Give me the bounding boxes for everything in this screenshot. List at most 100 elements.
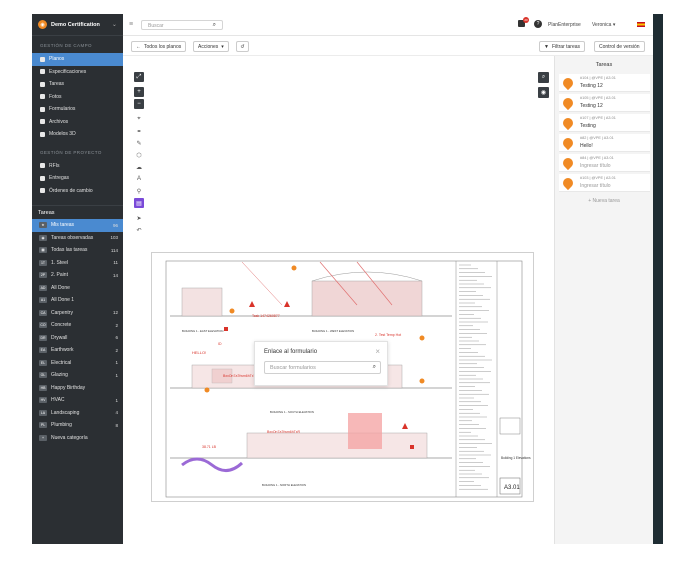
task-filter-item[interactable]: ★ Mis tareas 96 <box>32 219 123 232</box>
task-filter-label: Glazing <box>51 372 68 379</box>
sidebar-field-item-1[interactable]: Especificaciones <box>32 66 123 79</box>
task-filter-item[interactable]: GL Glazing 1 <box>32 369 123 382</box>
help-icon[interactable]: ? <box>534 20 542 28</box>
task-card[interactable]: #107 | @VPE | A3.01 Testing <box>559 114 650 132</box>
sheet-number: A3.01 <box>504 485 520 491</box>
project-switcher[interactable]: ◉ Demo Certification ⌄ <box>32 14 123 36</box>
task-card[interactable]: #104 | @VPE | A3.01 Testing 12 <box>559 74 650 92</box>
task-filter-item[interactable]: AD All Done <box>32 282 123 295</box>
sidebar-project-item-0[interactable]: RFIs <box>32 160 123 173</box>
task-filter-item[interactable]: DR Drywall 6 <box>32 332 123 345</box>
task-filter-item[interactable]: EA Earthwork 2 <box>32 344 123 357</box>
task-ref: #84 | @VPE | A3.01 <box>580 156 614 160</box>
change-icon <box>39 188 45 194</box>
menu-icon[interactable]: ≡ <box>129 21 133 28</box>
elevation-label-south: BUILDING 1 - SOUTH ELEVATION <box>270 410 314 414</box>
all-plans-button[interactable]: ← Todos los planos <box>131 41 187 52</box>
history-icon: ↺ <box>240 43 245 50</box>
plan-viewer[interactable]: ⤢ + − ⌖ ⚭ ✎ ⬡ ☁ A ⚲ ▤ ➤ ↶ ⌕ ◉ A3.01 Buil… <box>123 56 554 544</box>
fullscreen-icon[interactable]: ⤢ <box>134 72 144 82</box>
task-label-1[interactable]: Task 1474260877 <box>252 314 280 318</box>
task-filter-item[interactable]: LA Landscaping 4 <box>32 407 123 420</box>
form-link-tool-icon[interactable]: ▤ <box>134 198 144 208</box>
task-filter-label: Happy Birthday <box>51 384 86 391</box>
company-logo-icon: ◉ <box>38 20 47 29</box>
task-filter-label: Todas las tareas <box>51 247 88 254</box>
category-badge: A1 <box>39 297 47 304</box>
sidebar-field-item-0[interactable]: Planos <box>32 53 123 66</box>
sidebar-field-item-label: Archivos <box>49 118 69 125</box>
new-task-button[interactable]: + Nueva tarea <box>555 198 653 204</box>
filter-tasks-button[interactable]: ▼ Filtrar tareas <box>539 41 586 52</box>
undo-icon[interactable]: ↶ <box>134 225 144 235</box>
sidebar-field-item-2[interactable]: Tareas <box>32 78 123 91</box>
task-card[interactable]: #105 | @VPE | A3.01 Testing 12 <box>559 94 650 112</box>
task-card[interactable]: #82 | @VPE | A3.01 Hello! <box>559 134 650 152</box>
task-filter-item[interactable]: A1 All Done 1 <box>32 294 123 307</box>
task-filter-count: 14 <box>112 272 118 278</box>
sidebar-field-item-label: Planos <box>49 56 65 63</box>
window-edge <box>653 14 663 544</box>
hello-markup[interactable]: HELLO! <box>192 350 206 355</box>
id-markup[interactable]: ID <box>218 342 222 346</box>
text-tool-icon[interactable]: A <box>134 174 144 184</box>
shape-tool-icon[interactable]: ⬡ <box>134 150 144 160</box>
category-badge: CA <box>39 309 47 316</box>
task-pin-icon <box>560 155 576 171</box>
zoom-in-icon[interactable]: + <box>134 87 144 97</box>
task-filter-item[interactable]: CO Concrete 2 <box>32 319 123 332</box>
sidebar-project-item-2[interactable]: Órdenes de cambio <box>32 185 123 198</box>
task-filter-item[interactable]: 2P 2. Paint 14 <box>32 269 123 282</box>
task-card[interactable]: #103 | @VPE | A3.01 Ingresar título <box>559 174 650 192</box>
task-filter-item[interactable]: HV HVAC 1 <box>32 394 123 407</box>
task-filter-item[interactable]: HB Happy Birthday <box>32 382 123 395</box>
task-filter-item[interactable]: ◉ Tareas observadas 103 <box>32 232 123 245</box>
select-tool-icon[interactable]: ➤ <box>134 213 144 223</box>
sidebar-field-item-3[interactable]: Fotos <box>32 91 123 104</box>
visibility-icon[interactable]: ◉ <box>538 87 549 98</box>
cube-icon <box>39 131 45 137</box>
elevation-label-west: BUILDING 1 - WEST ELEVATION <box>312 329 354 333</box>
form-search-input[interactable]: Buscar formularios ⌕ <box>264 361 381 374</box>
actions-dropdown[interactable]: Acciones ▾ <box>193 41 229 52</box>
sidebar-project-item-1[interactable]: Entregas <box>32 172 123 185</box>
global-search-input[interactable]: Buscar ⌕ <box>141 20 223 30</box>
task-pin-icon <box>560 135 576 151</box>
top-bar: ≡ Buscar ⌕ 20 ? PlanEnterprise Veronica … <box>123 14 653 36</box>
task-label-2[interactable]: 2. Test Temp Hot <box>375 333 401 337</box>
language-flag-icon[interactable] <box>637 22 645 27</box>
attach-tool-icon[interactable]: ⚲ <box>134 186 144 196</box>
version-control-button[interactable]: Control de versión <box>594 41 645 52</box>
list-icon <box>39 81 45 87</box>
notification-count-badge: 20 <box>523 17 529 23</box>
viewer-search-icon[interactable]: ⌕ <box>538 72 549 83</box>
sidebar-field-item-4[interactable]: Formularios <box>32 103 123 116</box>
close-icon[interactable]: × <box>375 347 380 356</box>
zoom-out-icon[interactable]: − <box>134 99 144 109</box>
pin-tool-icon[interactable]: ⌖ <box>134 114 144 124</box>
task-filter-item[interactable]: 1T 1. Steel 11 <box>32 257 123 270</box>
history-button[interactable]: ↺ <box>236 41 249 52</box>
task-filter-item[interactable]: ▦ Todas las tareas 114 <box>32 244 123 257</box>
task-filter-count: 96 <box>112 222 118 228</box>
filter-tasks-label: Filtrar tareas <box>551 43 581 50</box>
link-tool-icon[interactable]: ⚭ <box>134 126 144 136</box>
user-menu[interactable]: Veronica ▾ <box>592 22 615 28</box>
task-filter-item[interactable]: CA Carpentry 12 <box>32 307 123 320</box>
task-ref: #103 | @VPE | A3.01 <box>580 176 616 180</box>
task-ref: #105 | @VPE | A3.01 <box>580 96 616 100</box>
task-filter-item[interactable]: PL Plumbing 8 <box>32 419 123 432</box>
task-pin-icon <box>560 175 576 191</box>
task-label-4[interactable]: BxxOn7a7fwm6hTxR <box>267 430 301 434</box>
sidebar-field-item-6[interactable]: Modelos 3D <box>32 128 123 141</box>
pen-tool-icon[interactable]: ✎ <box>134 138 144 148</box>
elevation-label-east: BUILDING 1 - EAST ELEVATION <box>182 329 223 333</box>
plan-label: PlanEnterprise <box>548 22 581 28</box>
task-label-3[interactable]: BxxOn7a7fwm6hTxT <box>223 374 257 378</box>
task-card[interactable]: #84 | @VPE | A3.01 Ingresar título <box>559 154 650 172</box>
task-filter-item[interactable]: EL Electrical 1 <box>32 357 123 370</box>
task-label-5[interactable]: 38.71 LB <box>202 445 217 449</box>
sidebar-field-item-5[interactable]: Archivos <box>32 116 123 129</box>
task-filter-item[interactable]: + Nueva categoría <box>32 432 123 445</box>
cloud-tool-icon[interactable]: ☁ <box>134 162 144 172</box>
